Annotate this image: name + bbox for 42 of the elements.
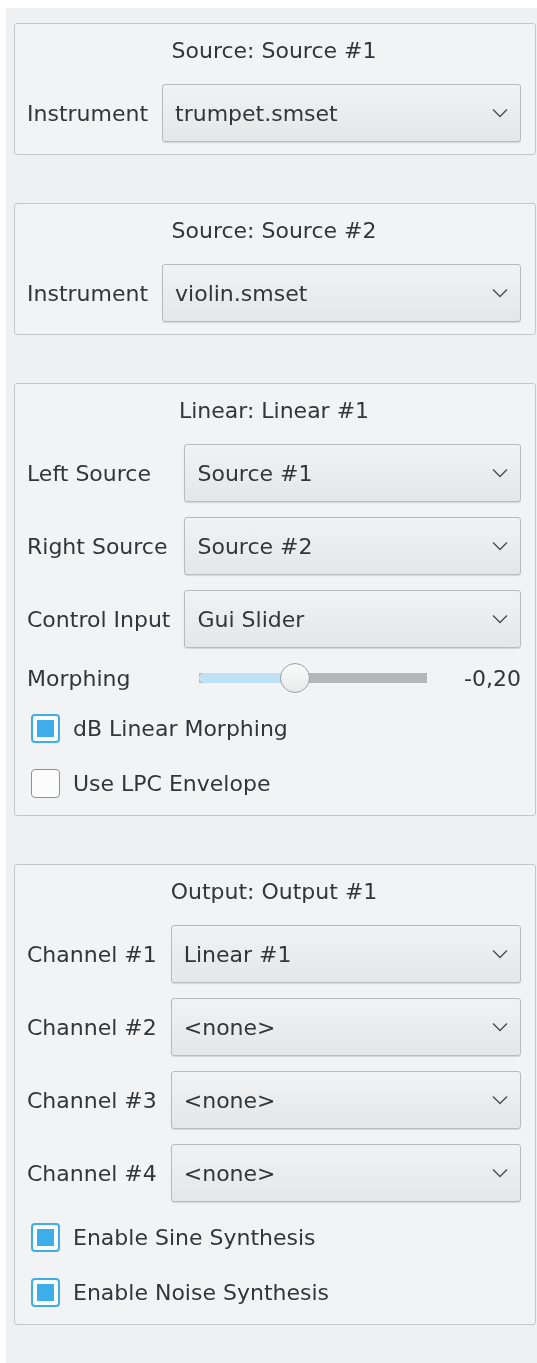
chevron-down-icon [492, 108, 508, 118]
field-label: Channel #2 [27, 1014, 157, 1040]
field-label: Channel #4 [27, 1160, 157, 1186]
field-label: Instrument [27, 280, 149, 306]
group-title: Output: Output #1 [169, 878, 379, 906]
chevron-down-icon [492, 614, 508, 624]
dropdown[interactable]: Source #1 [184, 444, 521, 502]
dropdown[interactable]: <none> [170, 998, 521, 1056]
checkbox[interactable] [31, 713, 60, 743]
checkbox-label[interactable]: dB Linear Morphing [73, 715, 288, 741]
field-label: Channel #3 [27, 1087, 157, 1113]
field-label: Channel #1 [27, 941, 157, 967]
slider-value: -0,20 [464, 665, 521, 691]
group-title: Source: Source #2 [170, 217, 378, 245]
dropdown[interactable]: Gui Slider [184, 590, 521, 648]
dropdown[interactable]: violin.smset [162, 264, 521, 322]
field-label: Morphing [27, 665, 132, 691]
chevron-down-icon [492, 1168, 508, 1178]
dropdown[interactable]: Source #2 [184, 517, 521, 575]
chevron-down-icon [492, 1022, 508, 1032]
slider-handle[interactable] [280, 663, 311, 693]
chevron-down-icon [492, 541, 508, 551]
group-title: Linear: Linear #1 [177, 397, 371, 425]
checkbox-label[interactable]: Enable Sine Synthesis [73, 1224, 316, 1250]
dropdown[interactable]: <none> [170, 1071, 521, 1129]
checkbox[interactable] [31, 768, 60, 798]
chevron-down-icon [492, 288, 508, 298]
checkbox[interactable] [31, 1277, 60, 1307]
group-title: Source: Source #1 [170, 37, 378, 65]
dropdown[interactable]: trumpet.smset [162, 84, 521, 142]
field-label: Control Input [27, 606, 171, 632]
field-label: Instrument [27, 100, 149, 126]
chevron-down-icon [492, 468, 508, 478]
field-label: Right Source [27, 533, 169, 559]
dropdown[interactable]: Linear #1 [170, 925, 521, 983]
field-label: Left Source [27, 460, 152, 486]
dropdown[interactable]: <none> [170, 1144, 521, 1202]
checkbox-label[interactable]: Use LPC Envelope [73, 770, 271, 796]
checkbox[interactable] [31, 1222, 60, 1252]
chevron-down-icon [492, 949, 508, 959]
chevron-down-icon [492, 1095, 508, 1105]
checkbox-label[interactable]: Enable Noise Synthesis [73, 1279, 330, 1305]
